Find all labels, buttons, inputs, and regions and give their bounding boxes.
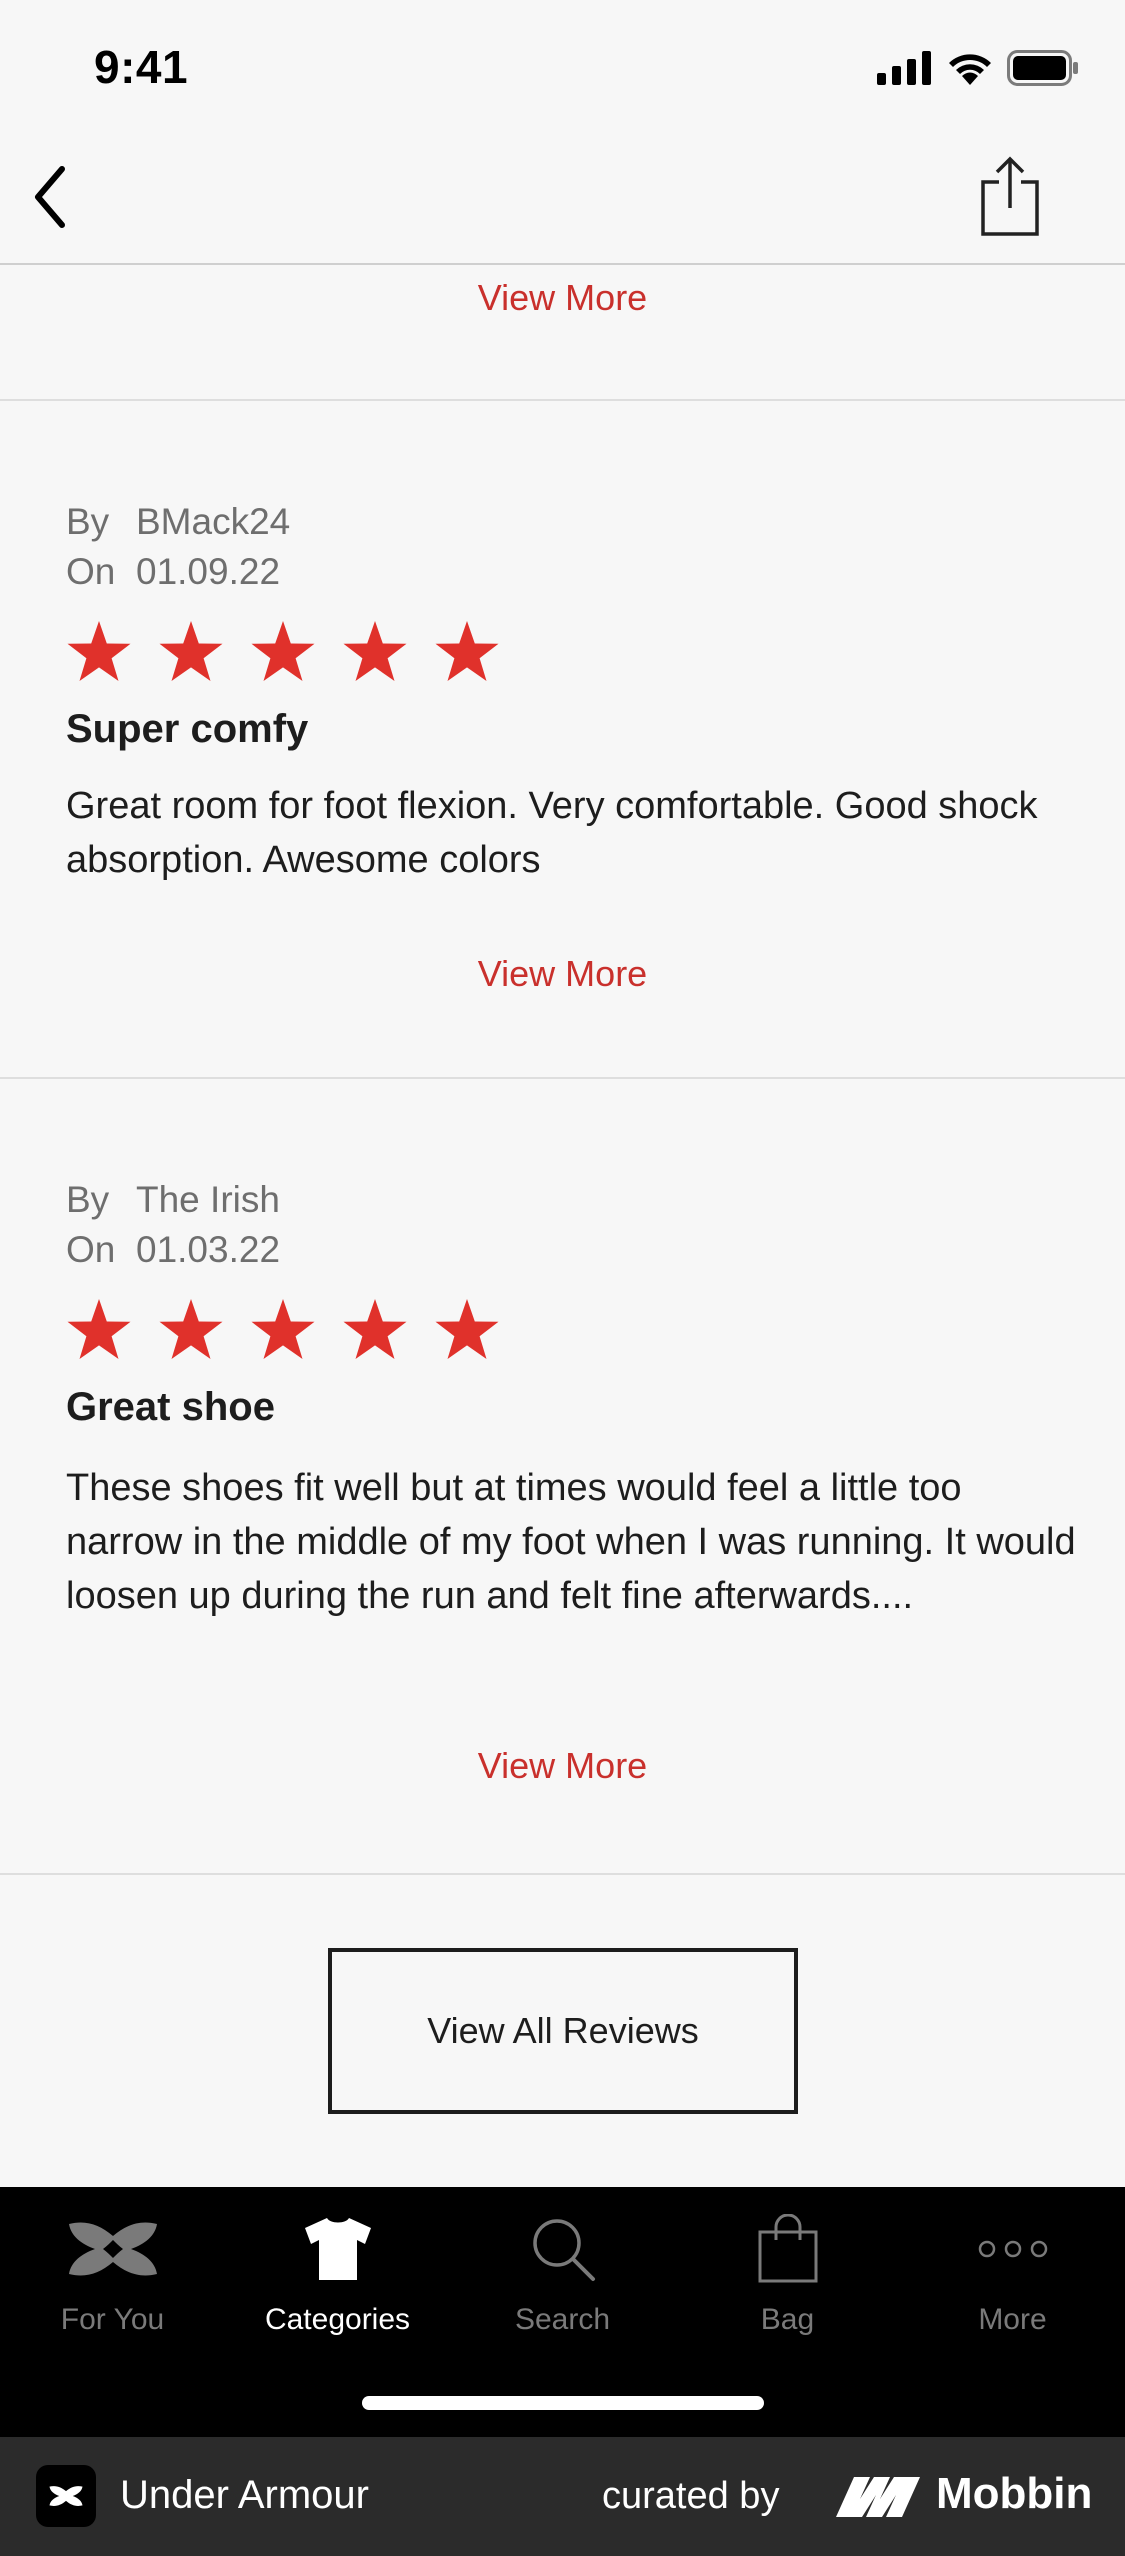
shirt-icon: [304, 2218, 371, 2280]
nav-bar: [0, 130, 1125, 265]
star-icon: [67, 621, 131, 681]
tab-label: Bag: [760, 2303, 815, 2336]
star-icon: [435, 1299, 499, 1359]
tab-for-you[interactable]: For You: [0, 2209, 225, 2349]
tab-label: More: [978, 2303, 1047, 2336]
review-date: 01.03.22: [136, 1229, 281, 1270]
review-date: 01.09.22: [136, 551, 281, 592]
star-icon: [343, 1299, 407, 1359]
star-icon: [435, 621, 499, 681]
review-title: Super comfy: [66, 707, 309, 751]
bag-icon: [758, 2214, 817, 2283]
tab-more[interactable]: More: [900, 2209, 1125, 2349]
view-more-link[interactable]: View More: [0, 277, 1125, 319]
star-rating: [66, 1297, 500, 1361]
star-icon: [159, 621, 223, 681]
tab-bag[interactable]: Bag: [675, 2209, 900, 2349]
app-name: Under Armour: [120, 2473, 369, 2517]
star-icon: [67, 1299, 131, 1359]
tab-label: Categories: [264, 2303, 411, 2336]
mobbin-logo-icon: [836, 2477, 920, 2517]
mobbin-brand: Mobbin: [936, 2469, 1093, 2518]
review-title: Great shoe: [66, 1385, 275, 1429]
review-body: These shoes fit well but at times would …: [66, 1467, 1076, 1617]
attribution-footer: Under Armour curated by Mobbin: [0, 2437, 1125, 2556]
tab-label: For You: [60, 2303, 165, 2336]
star-icon: [159, 1299, 223, 1359]
under-armour-icon: [68, 2222, 157, 2276]
under-armour-logo-icon: [36, 2465, 96, 2527]
review-meta: By The Irish On 01.03.22: [66, 1175, 280, 1275]
by-label: By: [66, 1179, 110, 1220]
status-bar: 9:41: [0, 0, 1125, 130]
divider: [0, 1873, 1125, 1875]
wifi-icon: [949, 54, 991, 85]
review-author: The Irish: [136, 1179, 280, 1220]
tab-bar: For You Categories Search Bag More: [0, 2187, 1125, 2437]
signal-icon: [877, 51, 931, 85]
tab-label: Search: [514, 2303, 611, 2336]
battery-icon: [1007, 50, 1078, 86]
share-icon: [981, 156, 1039, 236]
star-icon: [251, 621, 315, 681]
star-rating: [66, 619, 500, 683]
share-button[interactable]: [975, 154, 1045, 238]
on-label: On: [66, 551, 116, 592]
divider: [0, 399, 1125, 401]
search-icon: [532, 2219, 595, 2281]
view-more-link[interactable]: View More: [0, 953, 1125, 995]
chevron-left-icon: [35, 166, 65, 228]
status-time: 9:41: [94, 41, 189, 93]
review-body: Great room for foot flexion. Very comfor…: [66, 785, 1038, 881]
home-indicator: [362, 2396, 764, 2410]
status-icons: [877, 48, 1079, 88]
more-icon: [978, 2240, 1047, 2258]
review-meta: By BMack24 On 01.09.22: [66, 497, 290, 597]
view-more-link[interactable]: View More: [0, 1745, 1125, 1787]
view-all-reviews-button[interactable]: View All Reviews: [328, 1948, 798, 2114]
on-label: On: [66, 1229, 116, 1270]
tab-categories[interactable]: Categories: [225, 2209, 450, 2349]
back-button[interactable]: [20, 162, 80, 232]
review-author: BMack24: [136, 501, 291, 542]
curated-by-label: curated by: [602, 2475, 780, 2517]
tab-search[interactable]: Search: [450, 2209, 675, 2349]
by-label: By: [66, 501, 110, 542]
divider: [0, 1077, 1125, 1079]
star-icon: [251, 1299, 315, 1359]
star-icon: [343, 621, 407, 681]
